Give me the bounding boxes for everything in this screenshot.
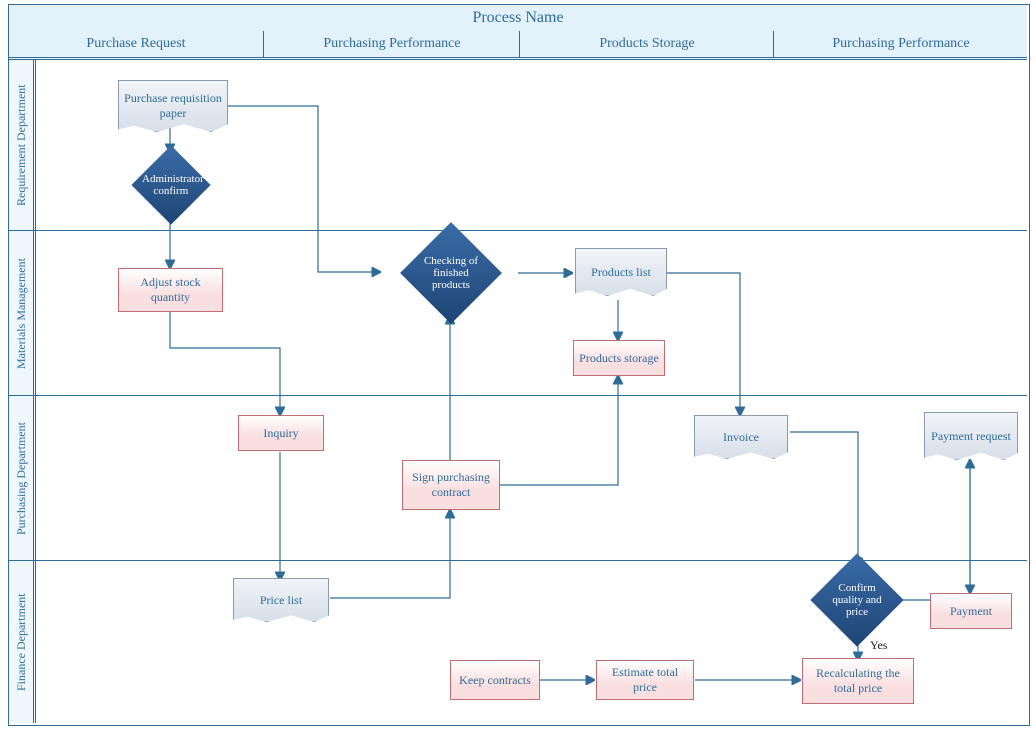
column-header: Purchasing Performance: [773, 31, 1028, 57]
decision-label: Confirm quality and price: [828, 582, 886, 618]
edge-label-yes: Yes: [870, 638, 887, 653]
lane-separator: [9, 560, 1027, 561]
lane-label: Purchasing Department: [9, 395, 33, 561]
decision-label: Checking of finished products: [419, 255, 483, 291]
lane-label: Requirement Department: [9, 60, 33, 230]
doc-purchase-requisition: Purchase requisition paper: [118, 80, 228, 132]
column-header: Purchase Request: [9, 31, 263, 57]
process-recalculating: Recalculating the total price: [802, 658, 914, 704]
process-products-storage: Products storage: [573, 340, 665, 376]
lane-separator: [9, 230, 1027, 231]
lane-separator: [9, 395, 1027, 396]
swimlane-diagram: Process Name Purchase Request Purchasing…: [0, 0, 1036, 732]
lane-label: Finance Department: [9, 560, 33, 724]
process-sign-contract: Sign purchasing contract: [402, 460, 500, 510]
column-header-row: Purchase Request Purchasing Performance …: [9, 31, 1027, 60]
doc-price-list: Price list: [233, 578, 329, 622]
decision-label: Administrator confirm: [142, 173, 200, 197]
column-header: Products Storage: [519, 31, 774, 57]
doc-payment-request: Payment request: [924, 412, 1018, 460]
process-inquiry: Inquiry: [238, 415, 324, 451]
lane-label: Materials Management: [9, 230, 33, 396]
doc-products-list: Products list: [575, 248, 667, 296]
process-adjust-stock: Adjust stock quantity: [118, 268, 223, 312]
lane-label-column: Requirement Department Materials Managem…: [9, 60, 36, 723]
column-header: Purchasing Performance: [263, 31, 520, 57]
process-keep-contracts: Keep contracts: [450, 660, 540, 700]
process-estimate-total: Estimate total price: [596, 660, 694, 700]
diagram-title: Process Name: [9, 5, 1027, 32]
process-payment: Payment: [930, 593, 1012, 629]
doc-invoice: Invoice: [694, 415, 788, 459]
